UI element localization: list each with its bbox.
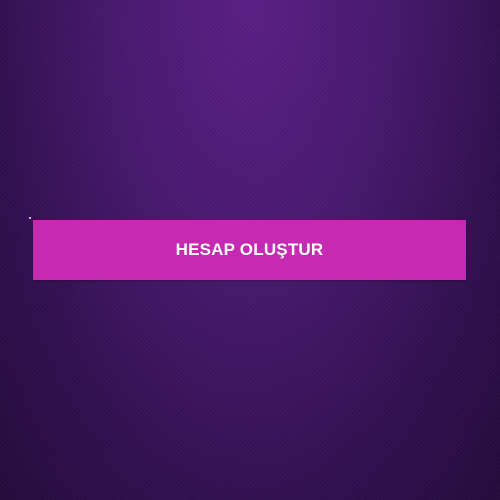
background: HESAP OLUŞTUR: [0, 0, 500, 500]
create-account-button[interactable]: HESAP OLUŞTUR: [33, 220, 466, 280]
decorative-dot: [29, 217, 31, 219]
create-account-button-label: HESAP OLUŞTUR: [175, 240, 324, 259]
